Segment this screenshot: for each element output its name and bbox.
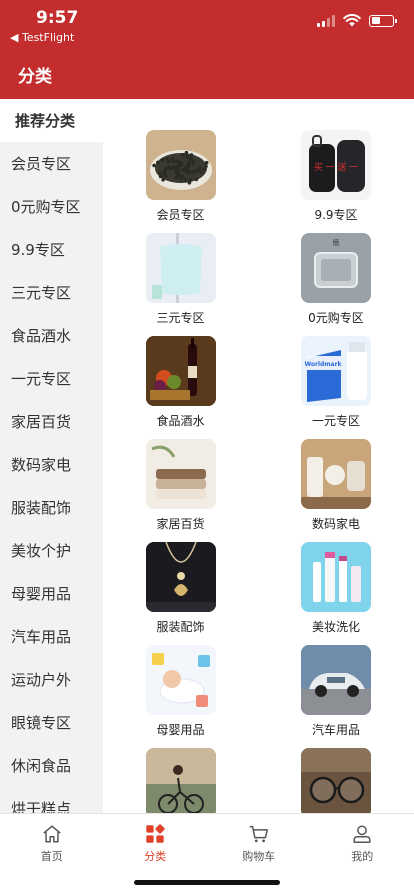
category-content[interactable]: 会员专区 买 一 送 一 9.9专区三元专区 簡 0元购专区食品酒水 Worldmark 一… xyxy=(103,99,414,813)
home-indicator xyxy=(134,880,280,885)
category-image-glass-ashtray: 簡 xyxy=(301,233,371,303)
category-icon xyxy=(146,824,165,843)
sidebar-item[interactable]: 食品酒水 xyxy=(0,314,103,357)
category-label: 0元购专区 xyxy=(308,311,364,325)
page-title: 分类 xyxy=(18,67,52,87)
category-tile[interactable]: 食品酒水 xyxy=(103,336,258,439)
category-tile[interactable]: 美妆洗化 xyxy=(258,542,414,645)
svg-text:簡: 簡 xyxy=(333,238,340,247)
status-time: 9:57 xyxy=(36,8,79,28)
cart-icon xyxy=(249,825,268,843)
category-tile[interactable]: 汽车用品 xyxy=(258,645,414,748)
category-label: 母婴用品 xyxy=(156,723,205,737)
category-label: 家居百货 xyxy=(156,517,205,531)
tab-profile[interactable]: 我的 xyxy=(311,814,414,896)
category-image-backpack-promo: 买 一 送 一 xyxy=(301,130,371,200)
category-tile[interactable]: 三元专区 xyxy=(103,233,258,336)
category-image-eyeglasses xyxy=(301,748,371,813)
wifi-icon xyxy=(343,14,361,27)
category-image-necklace xyxy=(145,542,216,612)
sidebar-item[interactable]: 母婴用品 xyxy=(0,572,103,615)
category-tile[interactable] xyxy=(103,748,258,813)
category-image-towel xyxy=(145,233,216,303)
category-tile[interactable]: 簡 0元购专区 xyxy=(258,233,414,336)
battery-icon xyxy=(369,14,397,27)
sidebar-item[interactable]: 数码家电 xyxy=(0,443,103,486)
category-image-home-appliances xyxy=(301,439,371,509)
signal-icon xyxy=(317,14,335,27)
tab-label: 购物车 xyxy=(242,850,276,863)
svg-text:Worldmark: Worldmark xyxy=(304,361,342,368)
category-label: 汽车用品 xyxy=(311,723,360,737)
sidebar-item[interactable]: 家居百货 xyxy=(0,400,103,443)
category-label: 三元专区 xyxy=(156,311,205,325)
sidebar-item[interactable]: 运动户外 xyxy=(0,658,103,701)
category-image-car xyxy=(301,645,371,715)
tab-label: 我的 xyxy=(351,850,374,863)
sidebar-item[interactable]: 汽车用品 xyxy=(0,615,103,658)
svg-text:买 一 送 一: 买 一 送 一 xyxy=(314,161,359,173)
category-grid: 会员专区 买 一 送 一 9.9专区三元专区 簡 0元购专区食品酒水 Worldmark 一… xyxy=(103,99,414,813)
category-tile[interactable]: 母婴用品 xyxy=(103,645,258,748)
category-label: 数码家电 xyxy=(311,517,360,531)
sidebar-item[interactable]: 美妆个护 xyxy=(0,529,103,572)
category-tile[interactable]: 买 一 送 一 9.9专区 xyxy=(258,130,414,233)
category-label: 一元专区 xyxy=(311,414,360,428)
sidebar-item[interactable]: 一元专区 xyxy=(0,357,103,400)
sidebar-item[interactable]: 服装配饰 xyxy=(0,486,103,529)
status-icons xyxy=(317,14,397,27)
tab-label: 分类 xyxy=(144,850,167,863)
category-label: 服装配饰 xyxy=(156,620,205,634)
category-label: 9.9专区 xyxy=(314,208,358,222)
category-tile[interactable] xyxy=(258,748,414,813)
category-image-folded-towels xyxy=(145,439,216,509)
top-bar: 9:57 ◀ TestFlight 分类 xyxy=(0,0,414,99)
back-to-app-link[interactable]: ◀ TestFlight xyxy=(10,31,74,44)
tab-home[interactable]: 首页 xyxy=(0,814,104,896)
sidebar-item[interactable]: 会员专区 xyxy=(0,142,103,185)
category-tile[interactable]: 会员专区 xyxy=(103,130,258,233)
category-image-tea-leaves xyxy=(145,130,216,200)
category-tile[interactable]: 数码家电 xyxy=(258,439,414,542)
sidebar-item[interactable]: 烘干糕点 xyxy=(0,787,103,813)
category-image-cosmetics xyxy=(301,542,371,612)
sidebar-item[interactable]: 0元购专区 xyxy=(0,185,103,228)
category-image-baby xyxy=(145,645,216,715)
sidebar-item[interactable]: 三元专区 xyxy=(0,271,103,314)
category-image-cyclist xyxy=(145,748,216,813)
sidebar-item[interactable]: 推荐分类 xyxy=(0,99,103,142)
category-tile[interactable]: 服装配饰 xyxy=(103,542,258,645)
category-tile[interactable]: 家居百货 xyxy=(103,439,258,542)
sidebar-item[interactable]: 9.9专区 xyxy=(0,228,103,271)
category-image-milk-box: Worldmark xyxy=(301,336,371,406)
profile-icon xyxy=(353,825,371,843)
sidebar-item[interactable]: 眼镜专区 xyxy=(0,701,103,744)
category-image-wine-fruit xyxy=(145,336,216,406)
sidebar-item[interactable]: 休闲食品 xyxy=(0,744,103,787)
category-label: 美妆洗化 xyxy=(311,620,360,634)
home-icon xyxy=(43,825,61,843)
category-tile[interactable]: Worldmark 一元专区 xyxy=(258,336,414,439)
category-label: 食品酒水 xyxy=(156,414,205,428)
tab-label: 首页 xyxy=(40,850,63,863)
category-label: 会员专区 xyxy=(156,208,205,222)
category-sidebar[interactable]: 推荐分类 会员专区 0元购专区 9.9专区 三元专区 食品酒水 一元专区 家居百货 数码家电 服装… xyxy=(0,99,103,813)
